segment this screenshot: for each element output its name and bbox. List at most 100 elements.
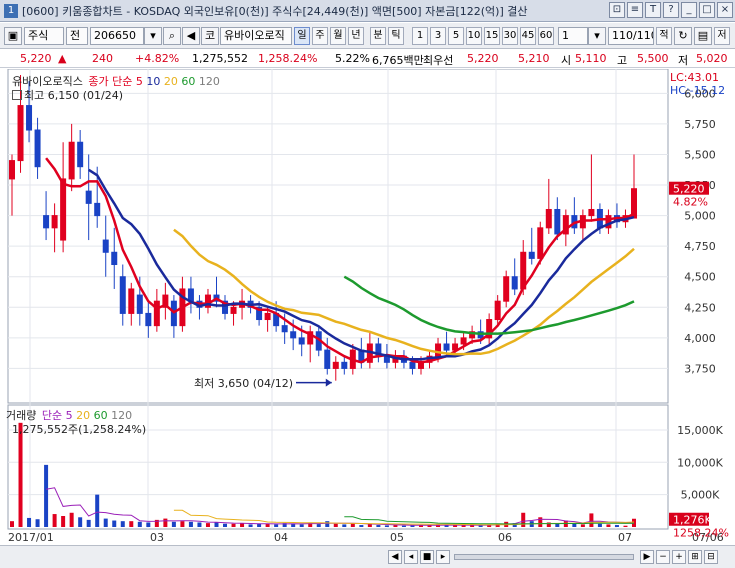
maximize-icon[interactable]: □ <box>699 2 715 18</box>
search-icon[interactable]: ⌕ <box>163 27 181 45</box>
navigation-bar: ◀ ◂ ■ ▸ ▶ − + ⊞ ⊟ <box>0 545 735 568</box>
speaker-icon[interactable]: ◀ <box>182 27 200 45</box>
volume-bar <box>163 518 168 527</box>
candle-body <box>145 312 152 327</box>
candle-body <box>281 325 288 333</box>
chevron-down-icon[interactable]: ▾ <box>588 27 606 45</box>
low-price: 5,020 <box>696 52 728 65</box>
chevron-down-icon[interactable]: ▾ <box>144 27 162 45</box>
interval-1[interactable]: 1 <box>412 27 428 45</box>
candle-body <box>554 208 561 235</box>
layout-icon[interactable]: ⊡ <box>609 2 625 18</box>
current-price-value: 5,220 <box>673 183 705 196</box>
volume-bar <box>623 525 628 527</box>
ma60-label: 60 <box>181 75 196 88</box>
volume-bar <box>69 512 74 527</box>
candle-body <box>230 306 237 314</box>
period-month[interactable]: 월 <box>330 27 346 45</box>
interval-5[interactable]: 5 <box>448 27 464 45</box>
volume-bar <box>86 519 91 527</box>
apply-button[interactable]: 적 <box>656 27 672 45</box>
period-minute[interactable]: 분 <box>370 27 386 45</box>
candle-body <box>85 190 92 204</box>
volume-bar <box>470 525 475 527</box>
volume-pct: 1,258.24% <box>258 52 318 65</box>
help-icon[interactable]: ? <box>663 2 679 18</box>
font-icon[interactable]: T <box>645 2 661 18</box>
volume-bar <box>180 521 185 527</box>
zoom-fit-icon[interactable]: ⊞ <box>688 550 702 564</box>
lc-label: LC:43.01 <box>670 71 720 84</box>
candle-body <box>26 105 33 131</box>
up-arrow-icon: ▲ <box>58 52 67 65</box>
window-title: [0600] 키움종합차트 - KOSDAQ 외국인보유[0(천)] 주식수[2… <box>22 4 528 18</box>
calendar-icon <box>12 90 22 100</box>
interval-15[interactable]: 15 <box>484 27 500 45</box>
nav-last-icon[interactable]: ▶ <box>640 550 654 564</box>
market-select[interactable]: 주식 <box>24 27 64 45</box>
candle-body <box>119 276 126 314</box>
candle-body <box>60 178 67 241</box>
period-year[interactable]: 년 <box>348 27 364 45</box>
chart-svg[interactable]: 6,0005,7505,5005,2505,0004,7504,5004,250… <box>0 68 735 545</box>
high-price: 5,500 <box>637 52 669 65</box>
refresh-icon[interactable]: ↻ <box>674 27 692 45</box>
interval-3[interactable]: 3 <box>430 27 446 45</box>
ma20-label: 20 <box>163 75 178 88</box>
close-icon[interactable]: × <box>717 2 733 18</box>
volume-bar <box>521 512 526 527</box>
candle-body <box>17 105 24 162</box>
nav-next-icon[interactable]: ▸ <box>436 550 450 564</box>
candle-body <box>68 141 75 180</box>
period-tick[interactable]: 틱 <box>388 27 404 45</box>
nav-prev-icon[interactable]: ◂ <box>404 550 418 564</box>
menu-icon[interactable]: ≡ <box>627 2 643 18</box>
bid-price: 5,210 <box>518 52 550 65</box>
open-label: 시 <box>561 54 572 67</box>
interval-30[interactable]: 30 <box>502 27 518 45</box>
candle-body <box>51 215 58 229</box>
prev-button[interactable]: 전 <box>66 27 88 45</box>
zoom-in-icon[interactable]: + <box>672 550 686 564</box>
page-counter: 110/110 <box>608 27 654 45</box>
candle-body <box>111 251 118 266</box>
candle-body <box>503 276 510 302</box>
interval-45[interactable]: 45 <box>520 27 536 45</box>
save-icon[interactable]: ▤ <box>694 27 712 45</box>
scroll-track[interactable] <box>454 554 634 560</box>
volume-bar <box>555 523 560 527</box>
zoom-reset-icon[interactable]: ⊟ <box>704 550 718 564</box>
save-button[interactable]: 저 <box>714 27 730 45</box>
candle-body <box>332 361 339 369</box>
interval-60[interactable]: 60 <box>538 27 554 45</box>
interval-select[interactable]: 1 <box>558 27 588 45</box>
volume-bar <box>10 521 14 527</box>
stock-name-field[interactable]: 유바이오로직 <box>220 27 292 45</box>
hc-label: HC:-15.12 <box>670 84 726 97</box>
minimize-icon[interactable]: _ <box>681 2 697 18</box>
turnover-rate: 5.22% <box>335 52 370 65</box>
window-titlebar: 1 [0600] 키움종합차트 - KOSDAQ 외국인보유[0(천)] 주식수… <box>0 0 735 22</box>
nav-stop-icon[interactable]: ■ <box>420 550 434 564</box>
zoom-out-icon[interactable]: − <box>656 550 670 564</box>
tool-icon[interactable]: ▣ <box>4 27 22 45</box>
chart-area[interactable]: 6,0005,7505,5005,2505,0004,7504,5004,250… <box>0 68 735 545</box>
volume-bar <box>103 518 108 527</box>
candle-body <box>443 343 450 351</box>
kosdaq-badge[interactable]: 코 <box>201 27 219 45</box>
current-volume-pct: 1258.24% <box>673 527 729 540</box>
candle-body <box>136 294 143 314</box>
candle-body <box>94 202 101 217</box>
volume-note: 1,275,552주(1,258.24%) <box>12 423 147 436</box>
volume-tick-label: 5,000K <box>681 489 720 502</box>
x-tick-label: 2017/01 <box>8 531 54 544</box>
nav-first-icon[interactable]: ◀ <box>388 550 402 564</box>
trade-amount: 6,765백만 <box>372 54 424 67</box>
stock-code-input[interactable]: 206650 <box>90 27 144 45</box>
candle-body <box>187 288 194 302</box>
period-week[interactable]: 주 <box>312 27 328 45</box>
interval-10[interactable]: 10 <box>466 27 482 45</box>
x-tick-label: 03 <box>150 531 164 544</box>
candle-body <box>102 239 109 253</box>
period-day[interactable]: 일 <box>294 27 310 45</box>
